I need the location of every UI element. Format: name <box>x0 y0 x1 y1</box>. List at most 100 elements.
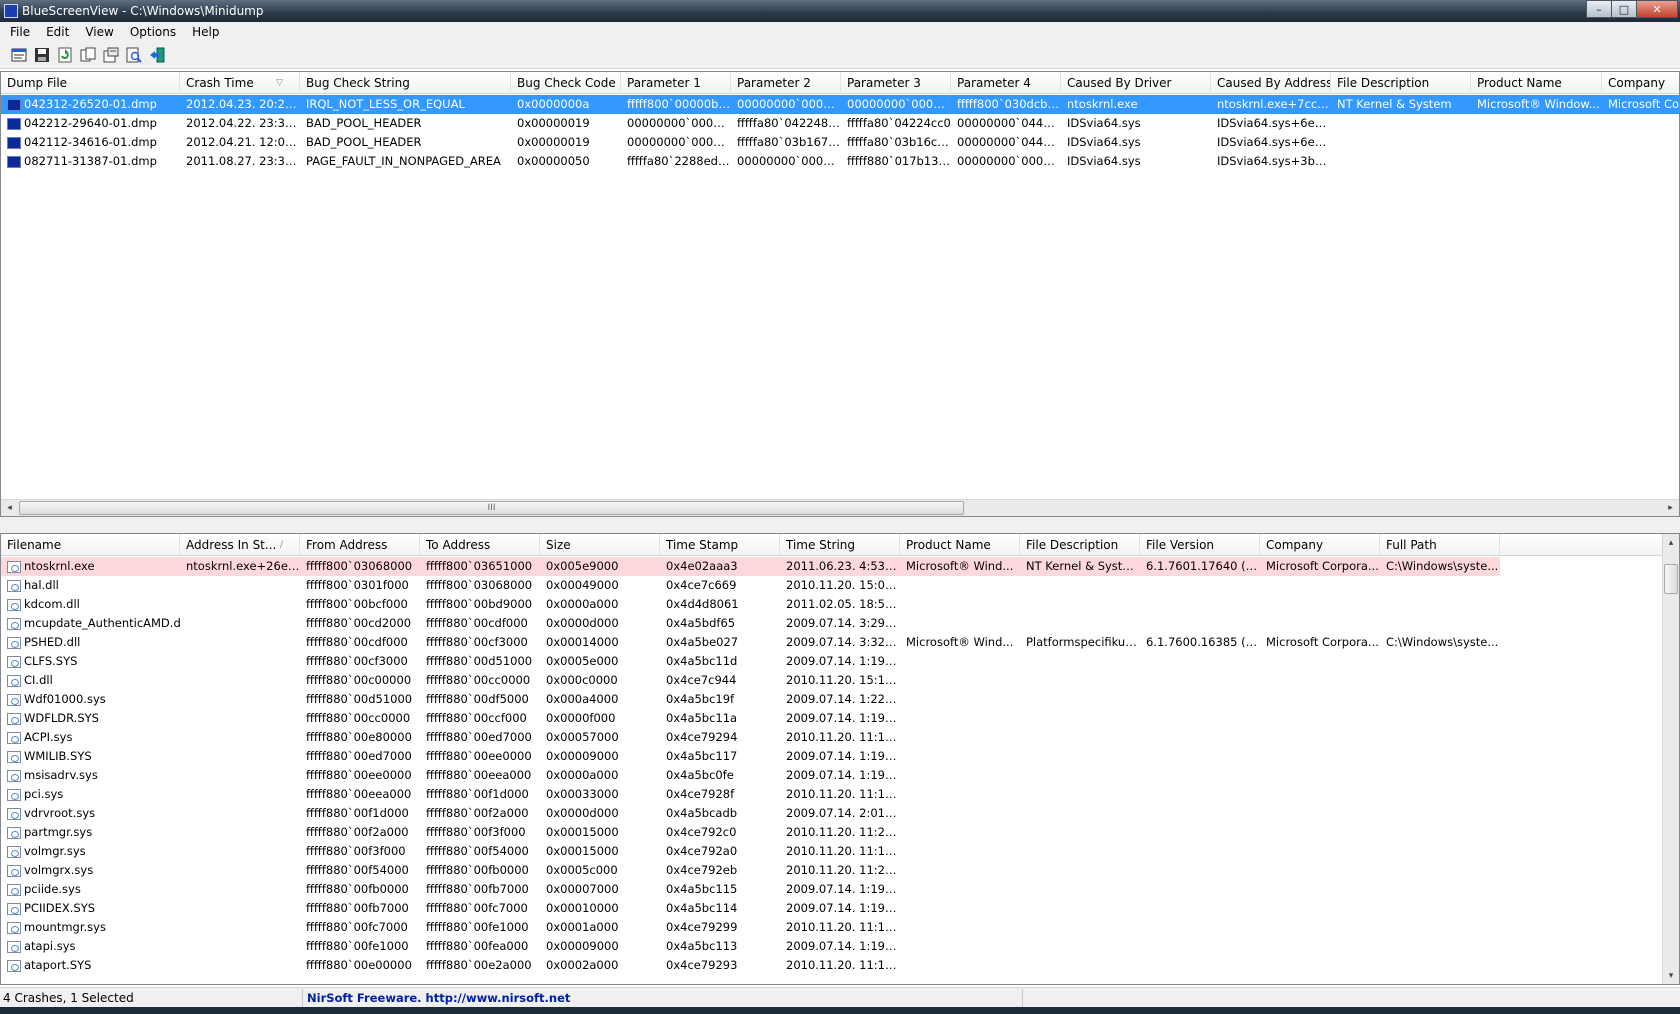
column-to-address[interactable]: To Address <box>420 534 540 556</box>
column-parameter-3[interactable]: Parameter 3 <box>841 72 951 94</box>
cell-file-description <box>1331 152 1471 171</box>
column-from-address[interactable]: From Address <box>300 534 420 556</box>
driver-list[interactable]: Filename Address In St... ∕ From Address … <box>0 533 1680 985</box>
driver-row[interactable]: mcupdate_AuthenticAMD.dll fffff880`00cd20… <box>1 614 1500 633</box>
crash-list[interactable]: Dump File Crash Time ▽ Bug Check String B… <box>0 71 1680 517</box>
minimize-button[interactable]: – <box>1586 0 1612 18</box>
cell-time-stamp: 0x4ce7c944 <box>666 673 737 687</box>
driver-row[interactable]: ntoskrnl.exe ntoskrnl.exe+26ee0 fffff800`0… <box>1 557 1500 576</box>
copy-button[interactable] <box>77 44 99 66</box>
driver-row[interactable]: partmgr.sys fffff880`00f2a000 fffff880`00f… <box>1 823 1500 842</box>
driver-row[interactable]: mountmgr.sys fffff880`00fc7000 fffff880`00… <box>1 918 1500 937</box>
column-time-string[interactable]: Time String <box>780 534 900 556</box>
menu-file[interactable]: File <box>2 25 38 39</box>
column-full-path[interactable]: Full Path <box>1380 534 1500 556</box>
column-company[interactable]: Company <box>1602 72 1679 94</box>
crash-row[interactable]: 042212-29640-01.dmp 2012.04.22. 23:33:07 B… <box>1 114 1679 133</box>
cell-full-path <box>1380 728 1500 747</box>
crash-list-scroll-thumb[interactable]: III <box>19 501 964 515</box>
column-dump-file[interactable]: Dump File <box>1 72 180 94</box>
nirsoft-link[interactable]: NirSoft Freeware. http://www.nirsoft.net <box>303 988 1023 1007</box>
cell-caused-by-driver: IDSvia64.sys <box>1067 116 1141 130</box>
cell-crash-time: 2012.04.23. 20:26:06 <box>186 97 300 111</box>
cell-to-address: fffff880`00fb7000 <box>426 882 529 896</box>
column-bug-check-code[interactable]: Bug Check Code <box>511 72 621 94</box>
column-company[interactable]: Company <box>1260 534 1380 556</box>
column-file-version[interactable]: File Version <box>1140 534 1260 556</box>
driver-row[interactable]: atapi.sys fffff880`00fe1000 fffff880`00fea… <box>1 937 1500 956</box>
cell-full-path <box>1380 595 1500 614</box>
exit-button[interactable] <box>146 44 168 66</box>
refresh-button[interactable] <box>54 44 76 66</box>
cell-from-address: fffff880`00c00000 <box>306 673 412 687</box>
column-file-description[interactable]: File Description <box>1331 72 1471 94</box>
column-filename[interactable]: Filename <box>1 534 180 556</box>
pane-splitter[interactable] <box>0 517 1680 533</box>
cell-size: 0x0001a000 <box>546 920 619 934</box>
cell-file-version <box>1140 880 1260 899</box>
find-button[interactable] <box>123 44 145 66</box>
scroll-right-arrow-icon[interactable]: ▸ <box>1662 500 1679 516</box>
cell-full-path <box>1380 804 1500 823</box>
driver-row[interactable]: volmgr.sys fffff880`00f3f000 fffff880`00f5… <box>1 842 1500 861</box>
menu-view[interactable]: View <box>77 25 121 39</box>
menu-options[interactable]: Options <box>122 25 184 39</box>
driver-list-scroll-thumb[interactable] <box>1664 564 1678 594</box>
cell-to-address: fffff880`00fb0000 <box>426 863 529 877</box>
driver-row[interactable]: ACPI.sys fffff880`00e80000 fffff880`00ed70… <box>1 728 1500 747</box>
column-parameter-1[interactable]: Parameter 1 <box>621 72 731 94</box>
close-button[interactable]: ✕ <box>1636 0 1678 18</box>
cell-full-path <box>1380 614 1500 633</box>
crash-row[interactable]: 082711-31387-01.dmp 2011.08.27. 23:38:32 P… <box>1 152 1679 171</box>
column-address-in-stack[interactable]: Address In St... ∕ <box>180 534 300 556</box>
column-product-name[interactable]: Product Name <box>900 534 1020 556</box>
driver-row[interactable]: vdrvroot.sys fffff880`00f1d000 fffff880`00… <box>1 804 1500 823</box>
crash-list-hscrollbar[interactable]: ◂ III ▸ <box>1 499 1679 516</box>
cell-text: mcupdate_AuthenticAMD.dll <box>24 616 180 630</box>
driver-list-vscrollbar[interactable]: ▴ ▾ <box>1662 534 1679 984</box>
driver-row[interactable]: pci.sys fffff880`00eea000 fffff880`00f1d00… <box>1 785 1500 804</box>
crash-row[interactable]: 042312-26520-01.dmp 2012.04.23. 20:26:06 I… <box>1 95 1679 114</box>
cell-time-stamp: 0x4a5bc11a <box>666 711 738 725</box>
driver-row[interactable]: CLFS.SYS fffff880`00cf3000 fffff880`00d510… <box>1 652 1500 671</box>
driver-row[interactable]: CI.dll fffff880`00c00000 fffff880`00cc0000… <box>1 671 1500 690</box>
properties-button[interactable] <box>8 44 30 66</box>
column-size[interactable]: Size <box>540 534 660 556</box>
column-parameter-2[interactable]: Parameter 2 <box>731 72 841 94</box>
column-parameter-4[interactable]: Parameter 4 <box>951 72 1061 94</box>
driver-row[interactable]: hal.dll fffff800`0301f000 fffff800`0306800… <box>1 576 1500 595</box>
column-time-stamp[interactable]: Time Stamp <box>660 534 780 556</box>
driver-row[interactable]: volmgrx.sys fffff880`00f54000 fffff880`00f… <box>1 861 1500 880</box>
driver-row[interactable]: WMILIB.SYS fffff880`00ed7000 fffff880`00ee… <box>1 747 1500 766</box>
column-caused-by-driver[interactable]: Caused By Driver <box>1061 72 1211 94</box>
save-button[interactable] <box>31 44 53 66</box>
column-caused-by-address[interactable]: Caused By Address <box>1211 72 1331 94</box>
scroll-down-arrow-icon[interactable]: ▾ <box>1663 967 1679 984</box>
driver-row[interactable]: ataport.SYS fffff880`00e00000 fffff880`00e… <box>1 956 1500 975</box>
maximize-button[interactable]: □ <box>1611 0 1637 18</box>
driver-row[interactable]: Wdf01000.sys fffff880`00d51000 fffff880`00… <box>1 690 1500 709</box>
cell-full-path <box>1380 766 1500 785</box>
driver-row[interactable]: kdcom.dll fffff800`00bcf000 fffff800`00bd9… <box>1 595 1500 614</box>
driver-row[interactable]: WDFLDR.SYS fffff880`00cc0000 fffff880`00cc… <box>1 709 1500 728</box>
cell-time-string: 2011.06.23. 4:53:23 <box>780 557 900 576</box>
cell-file-description <box>1331 114 1471 133</box>
column-bug-check-string[interactable]: Bug Check String <box>300 72 511 94</box>
driver-row[interactable]: msisadrv.sys fffff880`00ee0000 fffff880`00… <box>1 766 1500 785</box>
driver-row[interactable]: pciide.sys fffff880`00fb0000 fffff880`00fb… <box>1 880 1500 899</box>
scroll-left-arrow-icon[interactable]: ◂ <box>1 500 18 516</box>
column-file-description[interactable]: File Description <box>1020 534 1140 556</box>
cell-company <box>1260 842 1380 861</box>
driver-row[interactable]: PCIIDEX.SYS fffff880`00fb7000 fffff880`00f… <box>1 899 1500 918</box>
menu-help[interactable]: Help <box>184 25 227 39</box>
cell-time-stamp: 0x4a5bc19f <box>666 692 735 706</box>
column-crash-time[interactable]: Crash Time ▽ <box>180 72 300 94</box>
driver-row[interactable]: PSHED.dll fffff880`00cdf000 fffff880`00cf3… <box>1 633 1500 652</box>
cell-text: CI.dll <box>24 673 53 687</box>
cell-dump-file: 082711-31387-01.dmp <box>1 152 180 171</box>
advanced-options-button[interactable] <box>100 44 122 66</box>
menu-edit[interactable]: Edit <box>38 25 77 39</box>
scroll-up-arrow-icon[interactable]: ▴ <box>1663 534 1679 551</box>
column-product-name[interactable]: Product Name <box>1471 72 1602 94</box>
crash-row[interactable]: 042112-34616-01.dmp 2012.04.21. 12:03:30 B… <box>1 133 1679 152</box>
